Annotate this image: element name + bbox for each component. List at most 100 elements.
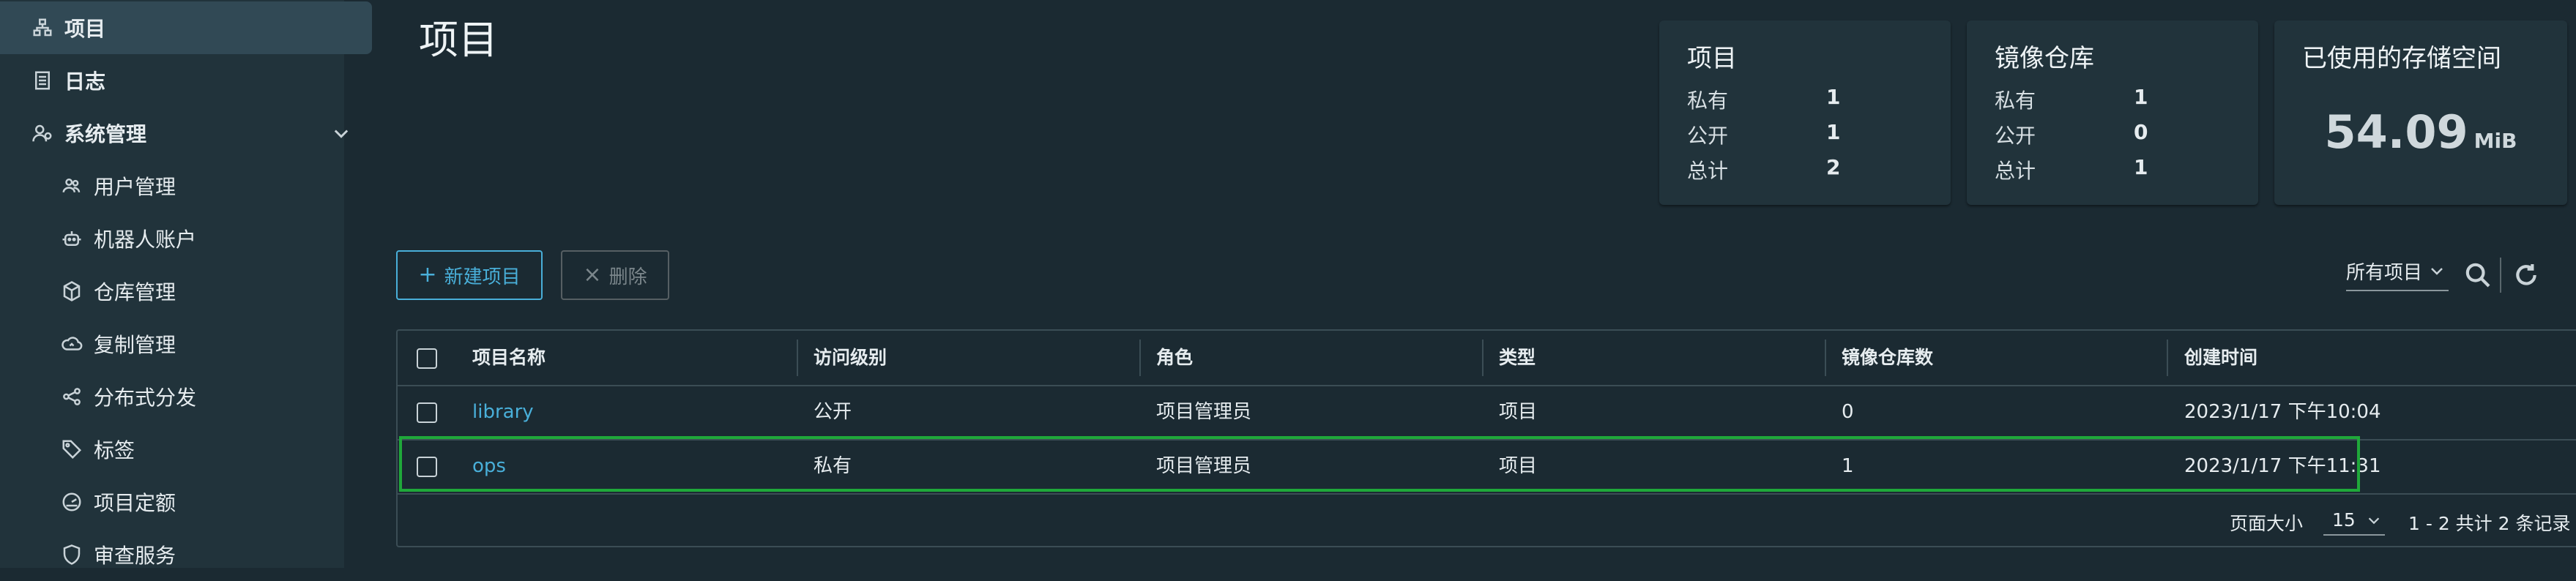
stat-value: 1: [1826, 85, 1841, 109]
stat-label: 总计: [1995, 159, 2036, 183]
table-header: 项目名称 访问级别 角色 类型 镜像仓库数 创建时间: [398, 331, 2576, 386]
sidebar: 项目 日志 系统管理 用户管理 机器人账户 仓库管理 复制管理 分布式分发 标签…: [0, 0, 372, 568]
stat-value: 2: [1826, 155, 1841, 179]
filter-value: 所有项目: [2346, 262, 2423, 284]
column-divider[interactable]: [2167, 340, 2168, 376]
delete-button[interactable]: × 删除: [561, 250, 669, 300]
sidebar-item-distribution[interactable]: 分布式分发: [0, 370, 401, 423]
sidebar-item-registries[interactable]: 仓库管理: [0, 265, 401, 318]
sidebar-item-label: 项目: [64, 17, 106, 41]
select-all-checkbox[interactable]: [417, 348, 437, 369]
refresh-icon[interactable]: [2512, 260, 2541, 290]
distribution-icon: [57, 382, 86, 411]
sidebar-item-label: 复制管理: [94, 333, 176, 357]
card-title: 镜像仓库: [1995, 44, 2094, 73]
stat-value: 0: [2134, 120, 2148, 144]
tag-icon: [57, 435, 86, 464]
sidebar-item-robots[interactable]: 机器人账户: [0, 212, 401, 265]
sidebar-item-label: 项目定额: [94, 491, 176, 515]
row-highlight-box: [399, 436, 2360, 492]
sidebar-item-label: 分布式分发: [94, 386, 197, 410]
card-title: 已使用的存储空间: [2302, 44, 2501, 73]
close-icon: ×: [583, 262, 602, 288]
page-size-select[interactable]: 15: [2323, 505, 2385, 536]
storage-summary-card: 已使用的存储空间 54.09 MiB: [2274, 20, 2567, 205]
sidebar-item-label: 审查服务: [94, 544, 176, 568]
button-label: 新建项目: [444, 266, 521, 288]
shield-icon: [57, 540, 86, 569]
sidebar-item-label: 机器人账户: [94, 228, 197, 252]
button-label: 删除: [608, 266, 647, 288]
card-title: 项目: [1687, 44, 1737, 73]
divider: [2500, 258, 2501, 293]
page-size-value: 15: [2332, 509, 2356, 531]
record-count: 1 - 2 共计 2 条记录: [2408, 513, 2571, 534]
chevron-down-icon: [2368, 517, 2380, 525]
storage-unit: MiB: [2473, 129, 2517, 153]
stat-public: 公开 1: [1687, 120, 1840, 149]
stat-public: 公开 0: [1995, 120, 2148, 149]
stat-label: 公开: [1995, 124, 2036, 148]
chevron-down-icon: [2428, 262, 2446, 285]
stat-label: 总计: [1687, 159, 1729, 183]
sidebar-item-admin[interactable]: 系统管理: [0, 107, 372, 160]
column-header-repo-count[interactable]: 镜像仓库数: [1842, 331, 1933, 385]
users-icon: [57, 171, 86, 200]
sidebar-item-label: 系统管理: [64, 122, 147, 146]
column-header-type[interactable]: 类型: [1499, 331, 1535, 385]
sidebar-item-labels[interactable]: 标签: [0, 423, 401, 476]
registry-icon: [57, 277, 86, 306]
stat-label: 公开: [1687, 124, 1729, 148]
log-icon: [28, 66, 57, 95]
storage-number: 54.09: [2324, 105, 2468, 159]
column-header-role[interactable]: 角色: [1156, 331, 1193, 385]
plus-icon: +: [418, 262, 437, 288]
sidebar-item-replication[interactable]: 复制管理: [0, 318, 401, 370]
admin-icon: [28, 119, 57, 148]
stat-value: 1: [2134, 85, 2148, 109]
row-checkbox[interactable]: [417, 402, 437, 423]
table-row: library 公开 项目管理员 项目 0 2023/1/17 下午10:04: [398, 385, 2576, 441]
sidebar-item-users[interactable]: 用户管理: [0, 160, 401, 212]
column-header-created[interactable]: 创建时间: [2184, 331, 2257, 385]
stat-private: 私有 1: [1995, 85, 2148, 114]
stat-label: 私有: [1995, 89, 2036, 113]
role: 项目管理员: [1156, 401, 1252, 423]
sidebar-item-label: 标签: [94, 438, 135, 462]
replication-icon: [57, 329, 86, 359]
column-divider[interactable]: [1482, 340, 1484, 376]
stat-total: 总计 2: [1687, 155, 1840, 184]
stat-value: 1: [2134, 155, 2148, 179]
robot-icon: [57, 224, 86, 253]
created-time: 2023/1/17 下午10:04: [2184, 401, 2381, 423]
repo-count: 0: [1842, 401, 1854, 423]
column-divider[interactable]: [797, 340, 798, 376]
access-level: 公开: [814, 401, 852, 423]
stat-private: 私有 1: [1687, 85, 1840, 114]
sidebar-item-label: 用户管理: [94, 175, 176, 199]
column-divider[interactable]: [1139, 340, 1141, 376]
project-icon: [28, 13, 57, 42]
page-size-label: 页面大小: [2230, 513, 2304, 534]
stat-value: 1: [1826, 120, 1841, 144]
sidebar-item-quotas[interactable]: 项目定额: [0, 476, 401, 528]
column-divider[interactable]: [1825, 340, 1826, 376]
sidebar-item-logs[interactable]: 日志: [0, 54, 372, 107]
sidebar-item-scan[interactable]: 审查服务: [0, 528, 401, 581]
page-title: 项目: [419, 17, 498, 63]
sidebar-item-projects[interactable]: 项目: [0, 1, 372, 54]
column-header-access[interactable]: 访问级别: [814, 331, 887, 385]
search-icon[interactable]: [2463, 260, 2493, 290]
projects-table: 项目名称 访问级别 角色 类型 镜像仓库数 创建时间 library 公开 项目…: [396, 329, 2576, 547]
stat-label: 私有: [1687, 89, 1729, 113]
stat-total: 总计 1: [1995, 155, 2148, 184]
table-footer: 页面大小 15 1 - 2 共计 2 条记录: [398, 493, 2576, 547]
project-name-link[interactable]: library: [472, 385, 534, 439]
new-project-button[interactable]: + 新建项目: [396, 250, 543, 300]
project-filter-select[interactable]: 所有项目: [2346, 258, 2449, 291]
chevron-down-icon[interactable]: [331, 123, 351, 143]
type: 项目: [1499, 401, 1538, 423]
column-header-name[interactable]: 项目名称: [472, 331, 546, 385]
storage-value: 54.09 MiB: [2274, 105, 2567, 159]
sidebar-item-label: 仓库管理: [94, 280, 176, 304]
